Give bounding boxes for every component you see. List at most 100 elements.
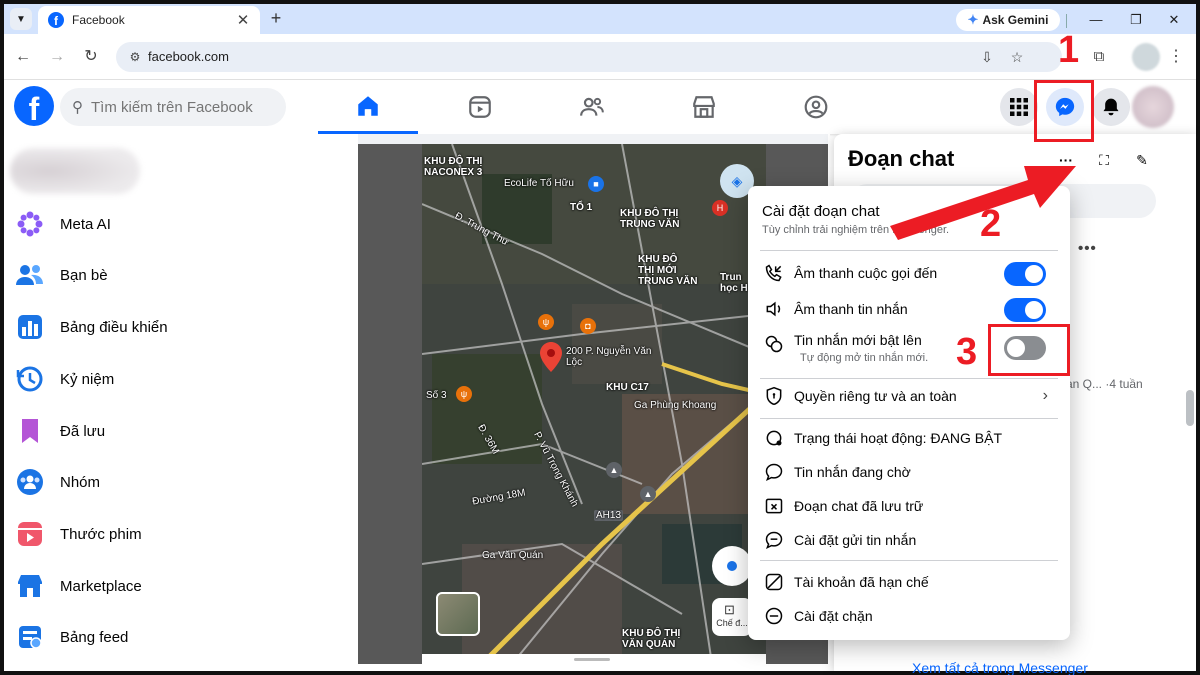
search-icon: ⚲ — [72, 99, 83, 116]
restaurant-poi-icon: ψ — [538, 314, 554, 330]
extensions-icon[interactable]: ⧉ — [1088, 46, 1110, 68]
address-bar[interactable]: ⚙ facebook.com ⇩ ☆ — [116, 42, 1062, 72]
sidebar-item-label: Bảng feed — [60, 628, 129, 646]
facebook-header: f ⚲ — [4, 80, 1196, 134]
menu-item-label: Tin nhắn đang chờ — [794, 464, 911, 480]
sidebar-item-groups[interactable]: Nhóm — [14, 458, 334, 506]
message-sound-toggle[interactable] — [1004, 298, 1046, 322]
site-info-icon[interactable]: ⚙ — [126, 48, 144, 66]
restaurant-poi-icon: ψ — [456, 386, 472, 402]
tab-marketplace[interactable] — [654, 80, 754, 134]
sidebar-item-feed[interactable]: Bảng feed — [14, 613, 334, 661]
block-settings-row[interactable]: Cài đặt chặn — [756, 599, 1062, 633]
scrollbar[interactable] — [1186, 390, 1194, 426]
message-sound-row[interactable]: Âm thanh tin nhắn — [756, 292, 1062, 326]
saved-icon — [14, 415, 46, 447]
facebook-search-box[interactable]: ⚲ — [60, 88, 286, 126]
gemini-sparkle-icon: ✦ — [967, 12, 979, 27]
frame-border — [1196, 0, 1200, 675]
map-label: KHU ĐÔ THỊ VĂN QUÁN — [622, 628, 681, 650]
browser-profile-avatar[interactable] — [1132, 43, 1160, 71]
compose-icon[interactable]: ✎ — [1130, 148, 1154, 172]
map-image[interactable]: KHU ĐÔ THỊ NACONEX 3 EcoLife Tố Hữu TỔ 1… — [422, 144, 766, 664]
sheet-handle[interactable] — [574, 658, 610, 661]
expand-icon[interactable]: ⛶ — [1092, 148, 1116, 172]
location-pin-icon — [540, 342, 562, 372]
map-label: Số 3 — [426, 390, 447, 401]
new-tab-button[interactable]: + — [266, 9, 286, 29]
browser-toolbar: ← → ↻ ⚙ facebook.com ⇩ ☆ ⧉ ⋮ — [4, 34, 1196, 80]
menu-grid-button[interactable] — [1000, 88, 1038, 126]
gaming-icon — [804, 95, 828, 119]
map-label: Ga Phùng Khoang — [634, 400, 717, 411]
pending-messages-icon — [762, 460, 786, 484]
browser-tab[interactable]: f Facebook ✕ — [38, 6, 260, 34]
tab-home[interactable] — [318, 80, 418, 134]
chevron-right-icon: › — [1042, 387, 1048, 404]
conversation-more-icon[interactable]: ••• — [1078, 240, 1097, 257]
sidebar-item-marketplace[interactable]: Marketplace — [14, 562, 334, 610]
incoming-call-sound-row[interactable]: Âm thanh cuộc gọi đến — [756, 256, 1062, 290]
tab-search-button[interactable]: ▼ — [10, 8, 32, 30]
popup-chat-icon — [762, 332, 786, 356]
pending-messages-row[interactable]: Tin nhắn đang chờ — [756, 455, 1062, 489]
back-icon[interactable]: ← — [12, 46, 34, 68]
groups-icon — [14, 466, 46, 498]
notifications-button[interactable] — [1092, 88, 1130, 126]
sidebar-item-reels[interactable]: Thước phim — [14, 510, 334, 558]
facebook-favicon-icon: f — [48, 12, 64, 28]
map-label: KHU ĐÔ THỊ MỚI TRUNG VĂN — [638, 254, 698, 287]
menu-item-label: Âm thanh tin nhắn — [794, 301, 908, 317]
restore-button[interactable]: ❐ — [1124, 10, 1148, 30]
window-close-button[interactable]: ✕ — [1162, 10, 1186, 30]
map-label: KHU ĐÔ THỊ NACONEX 3 — [424, 156, 483, 178]
active-status-row[interactable]: Trạng thái hoạt động: ĐANG BẬT — [756, 421, 1062, 455]
map-label: KHU C17 — [606, 382, 649, 393]
facebook-logo-icon[interactable]: f — [14, 86, 54, 126]
archived-chats-row[interactable]: Đoạn chat đã lưu trữ — [756, 489, 1062, 523]
divider — [1066, 14, 1067, 28]
map-label: Trun học H — [720, 272, 748, 294]
sidebar-item-saved[interactable]: Đã lưu — [14, 407, 334, 455]
bookmark-star-icon[interactable]: ☆ — [1008, 48, 1026, 66]
search-input[interactable] — [91, 98, 271, 116]
cafe-poi-icon: ◘ — [580, 318, 596, 334]
ask-gemini-button[interactable]: ✦ Ask Gemini — [956, 9, 1060, 31]
reels-icon — [14, 518, 46, 550]
sidebar-item-dashboard[interactable]: Bảng điều khiển — [14, 303, 334, 351]
dashboard-icon — [14, 311, 46, 343]
see-all-in-messenger-link[interactable]: Xem tất cả trong Messenger — [912, 660, 1088, 675]
browser-menu-icon[interactable]: ⋮ — [1168, 46, 1184, 68]
account-avatar[interactable] — [1132, 86, 1174, 128]
sidebar-item-label: Đã lưu — [60, 422, 106, 440]
close-tab-icon[interactable]: ✕ — [234, 11, 252, 29]
map-mode-button[interactable]: ⊡ Chế đ... — [712, 598, 752, 636]
sidebar-item-meta-ai[interactable]: Meta AI — [14, 200, 334, 248]
map-label: AH13 — [594, 510, 624, 521]
install-app-icon[interactable]: ⇩ — [978, 48, 996, 66]
forward-icon[interactable]: → — [46, 46, 68, 68]
tab-friends[interactable] — [542, 80, 642, 134]
my-location-button[interactable] — [712, 546, 752, 586]
reload-icon[interactable]: ↻ — [80, 46, 102, 68]
restricted-accounts-row[interactable]: Tài khoản đã hạn chế — [756, 565, 1062, 599]
privacy-safety-row[interactable]: Quyền riêng tư và an toàn › — [756, 379, 1062, 413]
tab-gaming[interactable] — [766, 80, 866, 134]
menu-item-label: Tài khoản đã hạn chế — [794, 574, 929, 590]
left-sidebar: Meta AI Bạn bè Bảng điều khiển Kỷ niệm Đ… — [4, 134, 344, 671]
menu-title: Cài đặt đoạn chat — [762, 203, 880, 220]
sidebar-item-memories[interactable]: Kỷ niệm — [14, 355, 334, 403]
friends-icon — [14, 259, 46, 291]
school-poi-icon: ▲ — [606, 462, 622, 478]
sidebar-item-label: Marketplace — [60, 577, 142, 595]
profile-shortcut[interactable] — [10, 148, 140, 194]
highlight-box-1 — [1034, 80, 1094, 142]
street-view-thumbnail[interactable] — [436, 592, 480, 636]
tab-reels[interactable] — [430, 80, 530, 134]
sidebar-item-label: Meta AI — [60, 215, 111, 233]
message-delivery-row[interactable]: Cài đặt gửi tin nhắn — [756, 523, 1062, 557]
minimize-button[interactable]: — — [1084, 10, 1108, 30]
sidebar-item-friends[interactable]: Bạn bè — [14, 251, 334, 299]
incoming-call-sound-toggle[interactable] — [1004, 262, 1046, 286]
speaker-icon — [762, 297, 786, 321]
